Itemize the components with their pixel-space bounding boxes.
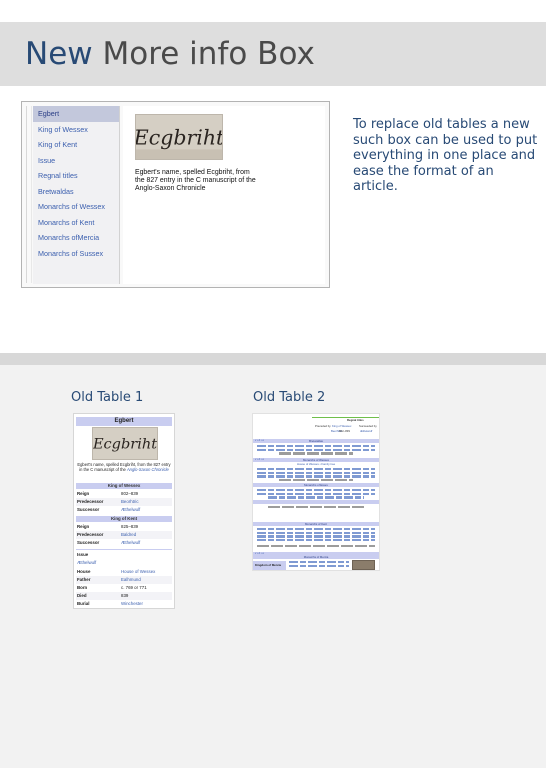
- kingdom-mercia-label-box: Kingdom of Mercia: [253, 561, 286, 570]
- row-value: 839: [121, 593, 129, 598]
- image-caption: Egbert's name, spelled Ecgbriht, from th…: [135, 169, 256, 193]
- menu-item-king-of-kent[interactable]: King of Kent: [33, 137, 119, 153]
- row-value-link[interactable]: Æthelwulf: [121, 539, 140, 547]
- menu-item-monarchs-of-sussex[interactable]: Monarchs of Sussex: [33, 246, 119, 262]
- menu-item-monarchs-of-wessex[interactable]: Monarchs of Wessex: [33, 199, 119, 215]
- row-issue-label: Issue: [76, 551, 172, 559]
- slide: New More info Box Egbert King of Wessex …: [0, 0, 546, 768]
- regnal-titles-label: Regnal titles: [347, 418, 364, 422]
- row-label: Predecessor: [77, 499, 104, 504]
- navbox-list: [257, 528, 375, 543]
- old-table-1-heading: Old Table 1: [71, 390, 144, 405]
- navbox-list: [257, 468, 375, 483]
- navbox-bretwaldas: v • d • e Bretwaldas: [253, 439, 379, 443]
- infobox-caption: Egbert's name, spelled Ecgbriht, from th…: [77, 462, 171, 473]
- row-kent-predecessor: Predecessor Baldred: [76, 531, 172, 539]
- manuscript-text: Ecgbriht: [136, 126, 222, 150]
- row-label: Father: [77, 577, 91, 582]
- row-label: Issue: [77, 552, 89, 557]
- row-value: c. 769 or 771: [121, 585, 147, 590]
- manuscript-image: Ecgbriht: [135, 114, 223, 160]
- navbox-list: [257, 489, 375, 500]
- infobox-title: Egbert: [76, 417, 172, 426]
- thumbnail-text: Ecgbriht: [93, 437, 157, 453]
- row-label: Successor: [77, 540, 100, 545]
- row-issue-value: Æthelwulf: [76, 559, 172, 567]
- info-box-content: Ecgbriht Egbert's name, spelled Ecgbriht…: [123, 106, 325, 284]
- header-rule: [312, 417, 379, 418]
- info-box-menu: Egbert King of Wessex King of Kent Issue…: [33, 106, 120, 284]
- navbox-title[interactable]: Monarchs of Kent: [253, 522, 379, 526]
- row-kent-successor: Successor Æthelwulf: [76, 539, 172, 547]
- old-table-1: Egbert Ecgbriht Egbert's name, spelled E…: [73, 413, 175, 609]
- box-left-edge: [26, 106, 32, 283]
- row-value-link[interactable]: House of Wessex: [121, 568, 155, 576]
- row-burial: Burial Winchester: [76, 600, 172, 608]
- navbox-list: [257, 506, 375, 510]
- row-label: Died: [77, 593, 87, 598]
- section-king-of-wessex: King of Wessex: [76, 483, 172, 489]
- succeeded-by-label: Succeeded by: [359, 424, 377, 428]
- issue-link[interactable]: Æthelwulf: [77, 559, 96, 567]
- row-value-link[interactable]: Æthelwulf: [121, 506, 140, 514]
- navbox-list: [257, 445, 375, 456]
- slide-title-rest: More info Box: [92, 36, 315, 72]
- king-of-wessex-link[interactable]: King of Wessex: [332, 424, 351, 428]
- row-kent-reign: Reign 825–839: [76, 523, 172, 531]
- mercia-thumbnail: [352, 560, 375, 570]
- old-table-2: Regnal titles Preceded by King of Wessex…: [252, 413, 380, 571]
- menu-item-king-of-wessex[interactable]: King of Wessex: [33, 122, 119, 138]
- row-wessex-predecessor: Predecessor Beorhtric: [76, 498, 172, 506]
- menu-item-issue[interactable]: Issue: [33, 153, 119, 169]
- row-label: Predecessor: [77, 532, 104, 537]
- navbox-separator: [253, 500, 379, 504]
- menu-item-monarchs-of-kent[interactable]: Monarchs of Kent: [33, 215, 119, 231]
- navbox-title[interactable]: Bretwaldas: [253, 439, 379, 443]
- navbox-monarchs-mercia: Monarchs of Mercia: [253, 556, 379, 559]
- row-label: Reign: [77, 491, 90, 496]
- kingdom-mercia-label: Kingdom of Mercia: [255, 563, 282, 567]
- row-value-link[interactable]: Baldred: [121, 531, 136, 539]
- manuscript-thumbnail: Ecgbriht: [92, 427, 158, 460]
- reign-dates: 802–839: [339, 429, 350, 433]
- row-label: Successor: [77, 507, 100, 512]
- navbox-list: [289, 561, 349, 568]
- row-label: Reign: [77, 524, 90, 529]
- menu-item-regnal-titles[interactable]: Regnal titles: [33, 168, 119, 184]
- row-value: 825–839: [121, 524, 139, 529]
- slide-title: New More info Box: [25, 36, 315, 72]
- row-value-link[interactable]: Winchester: [121, 600, 143, 608]
- menu-item-egbert[interactable]: Egbert: [33, 106, 119, 122]
- navbox-title[interactable]: Monarchs of Mercia: [253, 556, 379, 559]
- navbox-title[interactable]: Monarchs of Essex: [253, 483, 379, 487]
- caption-link[interactable]: Anglo-Saxon Chronicle: [127, 467, 169, 472]
- old-table-2-heading: Old Table 2: [253, 390, 326, 405]
- side-note: To replace old tables a new such box can…: [353, 117, 538, 195]
- section-king-of-kent: King of Kent: [76, 516, 172, 522]
- section-rule: [76, 549, 172, 550]
- row-label: House: [77, 569, 91, 574]
- navbox-monarchs-essex: Monarchs of Essex: [253, 483, 379, 487]
- row-wessex-successor: Successor Æthelwulf: [76, 506, 172, 514]
- navbox-footnote: [257, 545, 375, 549]
- row-label: Burial: [77, 601, 90, 606]
- slide-title-accent: New: [25, 36, 93, 72]
- house-wessex-link[interactable]: House of Wessex • Family tree: [297, 462, 335, 466]
- row-father: Father Ealhmund: [76, 576, 172, 584]
- row-wessex-reign: Reign 802–839: [76, 490, 172, 498]
- menu-item-monarchs-of-mercia[interactable]: Monarchs ofMercia: [33, 230, 119, 246]
- row-born: Born c. 769 or 771: [76, 584, 172, 592]
- row-house: House House of Wessex: [76, 568, 172, 576]
- navbox-monarchs-kent: Monarchs of Kent: [253, 522, 379, 526]
- row-value: 802–839: [121, 491, 139, 496]
- section-divider: [0, 353, 546, 365]
- succeeded-name-link[interactable]: Æthelwulf: [360, 429, 372, 433]
- menu-item-bretwaldas[interactable]: Bretwaldas: [33, 184, 119, 200]
- row-value-link[interactable]: Ealhmund: [121, 576, 141, 584]
- new-info-box: Egbert King of Wessex King of Kent Issue…: [21, 101, 330, 288]
- row-value-link[interactable]: Beorhtric: [121, 498, 139, 506]
- row-died: Died 839: [76, 592, 172, 600]
- preceded-by-label: Preceded by: [315, 424, 331, 428]
- row-label: Born: [77, 585, 88, 590]
